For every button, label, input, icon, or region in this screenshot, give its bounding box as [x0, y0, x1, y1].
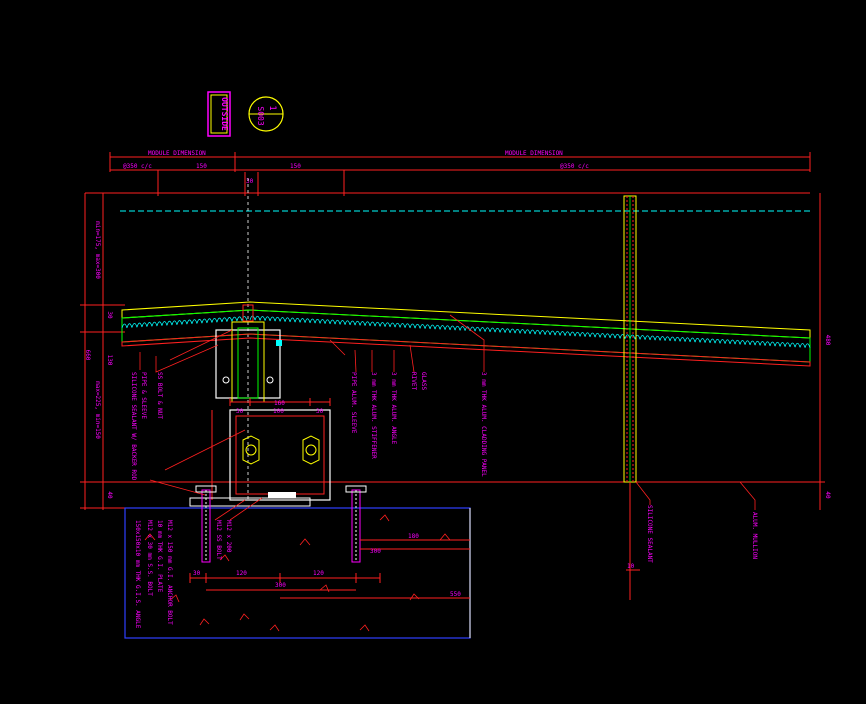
- dim-b100: 100: [273, 408, 284, 415]
- dim-c120-a: 120: [236, 570, 247, 577]
- spec-ss-bolt: M12 x 30 mm S.S. BOLT: [146, 520, 153, 596]
- dim-150-b: 150: [290, 163, 301, 170]
- dim-660: 660: [84, 350, 91, 361]
- concrete-slab: [124, 492, 471, 639]
- left-vertical-range: min=175, max=300: [94, 221, 101, 279]
- spec-gis-angle: 150x150x10 mm THK G.I.S. ANGLE: [134, 520, 141, 629]
- vertical-mullion: [623, 195, 637, 483]
- dim-40-right: 40: [824, 491, 831, 499]
- note-rivet: RIVET: [410, 372, 417, 390]
- dim-b30-a: 30: [236, 408, 244, 415]
- dim-c120-b: 120: [313, 570, 324, 577]
- note-alum-sleeve: PIPE ALUM. SLEEVE: [350, 372, 357, 434]
- dim-130: 130: [106, 355, 113, 366]
- spacing-left: @350 c/c: [123, 163, 152, 170]
- module-dim-right: MODULE DIMENSION: [505, 150, 563, 157]
- note-alum-stiffener: 3 mm THK ALUM. STIFFENER: [370, 372, 377, 459]
- section-bubble: 1 S003: [248, 96, 284, 132]
- dim-c300-a: 300: [370, 548, 381, 555]
- note-mullion: ALUM. MULLION: [751, 512, 758, 559]
- dim-b160: 160: [274, 400, 285, 407]
- note-silicone: SILICONE SEALANT: [646, 505, 653, 563]
- note-silicone-backer: SILICONE SEALANT W/ BACKER ROD: [130, 372, 137, 481]
- bubble-sheet: S003: [256, 106, 265, 125]
- spec-m12-ss: M12 SS BOLT: [215, 520, 222, 560]
- base-plate: [211, 398, 331, 501]
- dim-480: 480: [824, 335, 831, 346]
- note-ss-bolt: SS BOLT & NUT: [156, 372, 163, 419]
- spec-anchor-bolt: M12 x 150 mm G.I. ANCHOR BOLT: [166, 520, 173, 625]
- outside-text: OUTSIDE: [220, 97, 229, 131]
- cad-drawing: OUTSIDE 1 S003 MODULE DIMENSION MODULE D…: [80, 91, 831, 639]
- spacing-right: @350 c/c: [560, 163, 589, 170]
- dim-c300-b: 300: [275, 582, 286, 589]
- outside-label: OUTSIDE: [207, 91, 231, 137]
- dim-c550: 550: [450, 591, 461, 598]
- left-lower-range: max=225, min=150: [94, 381, 101, 439]
- top-dimensions: [85, 152, 811, 196]
- right-dimensions: [120, 193, 825, 510]
- dim-40-left: 40: [106, 491, 113, 499]
- dim-30-top: 30: [246, 178, 254, 185]
- note-glass: GLASS: [420, 372, 427, 390]
- dim-b30-b: 30: [316, 408, 324, 415]
- note-cladding-panel: 3 mm THK ALUM. CLADDING PANEL: [480, 372, 487, 477]
- note-pipe-sleeve: PIPE & SLEEVE: [140, 372, 147, 419]
- bubble-number: 1: [267, 105, 277, 110]
- dim-c180: 180: [408, 533, 419, 540]
- note-alum-angle: 3 mm THK ALUM. ANGLE: [390, 372, 397, 445]
- dim-c30: 30: [193, 570, 201, 577]
- dim-30-left: 30: [106, 311, 113, 319]
- roof-panel: [121, 301, 811, 367]
- dim-c10: 10: [627, 563, 635, 570]
- spec-m12-200: M12 x 200: [225, 520, 232, 553]
- dim-150-a: 150: [196, 163, 207, 170]
- module-dim-left: MODULE DIMENSION: [148, 150, 206, 157]
- spec-gi-plate: 10 mm THK G.I. PLATE: [156, 520, 163, 593]
